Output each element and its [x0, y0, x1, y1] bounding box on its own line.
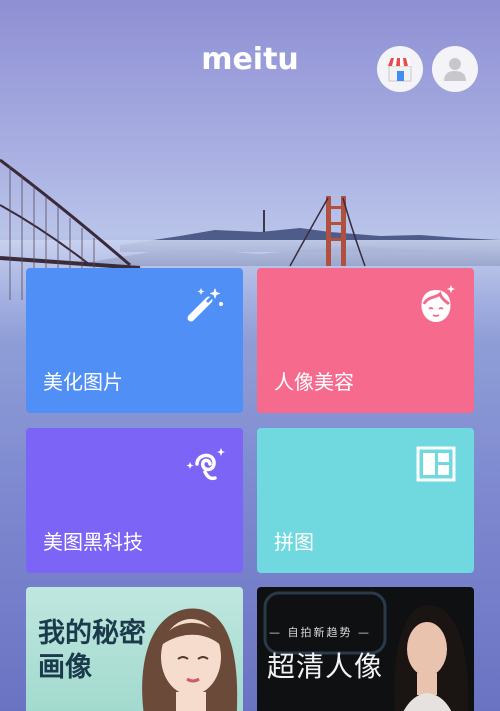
profile-button[interactable]: [432, 46, 478, 92]
collage-icon: [416, 446, 456, 482]
store-button[interactable]: [377, 46, 423, 92]
tile-label: 人像美容: [274, 370, 354, 394]
magic-wand-icon: [187, 288, 223, 322]
user-avatar-icon: [444, 58, 466, 81]
banner-title: 我的秘密画像: [38, 618, 146, 683]
sparkle-swirl-icon: [186, 448, 225, 481]
tile-beautify-photo[interactable]: 美化图片: [26, 268, 243, 413]
tile-collage[interactable]: 拼图: [257, 428, 474, 573]
banner-secret-portrait[interactable]: 我的秘密画像: [26, 587, 243, 711]
meitu-logo: meitu: [201, 42, 299, 77]
tile-label: 拼图: [274, 530, 314, 554]
face-sparkle-icon: [421, 285, 455, 322]
tile-portrait-beauty[interactable]: 人像美容: [257, 268, 474, 413]
banner-hd-portrait[interactable]: — 自拍新趋势 — 超清人像: [257, 587, 474, 711]
tile-label: 美图黑科技: [43, 530, 143, 554]
tile-meitu-tech[interactable]: 美图黑科技: [26, 428, 243, 573]
banner-subtitle: — 自拍新趋势 —: [269, 626, 371, 639]
banner-title: 超清人像: [267, 650, 384, 683]
tile-label: 美化图片: [43, 370, 123, 394]
store-icon: [388, 58, 412, 82]
